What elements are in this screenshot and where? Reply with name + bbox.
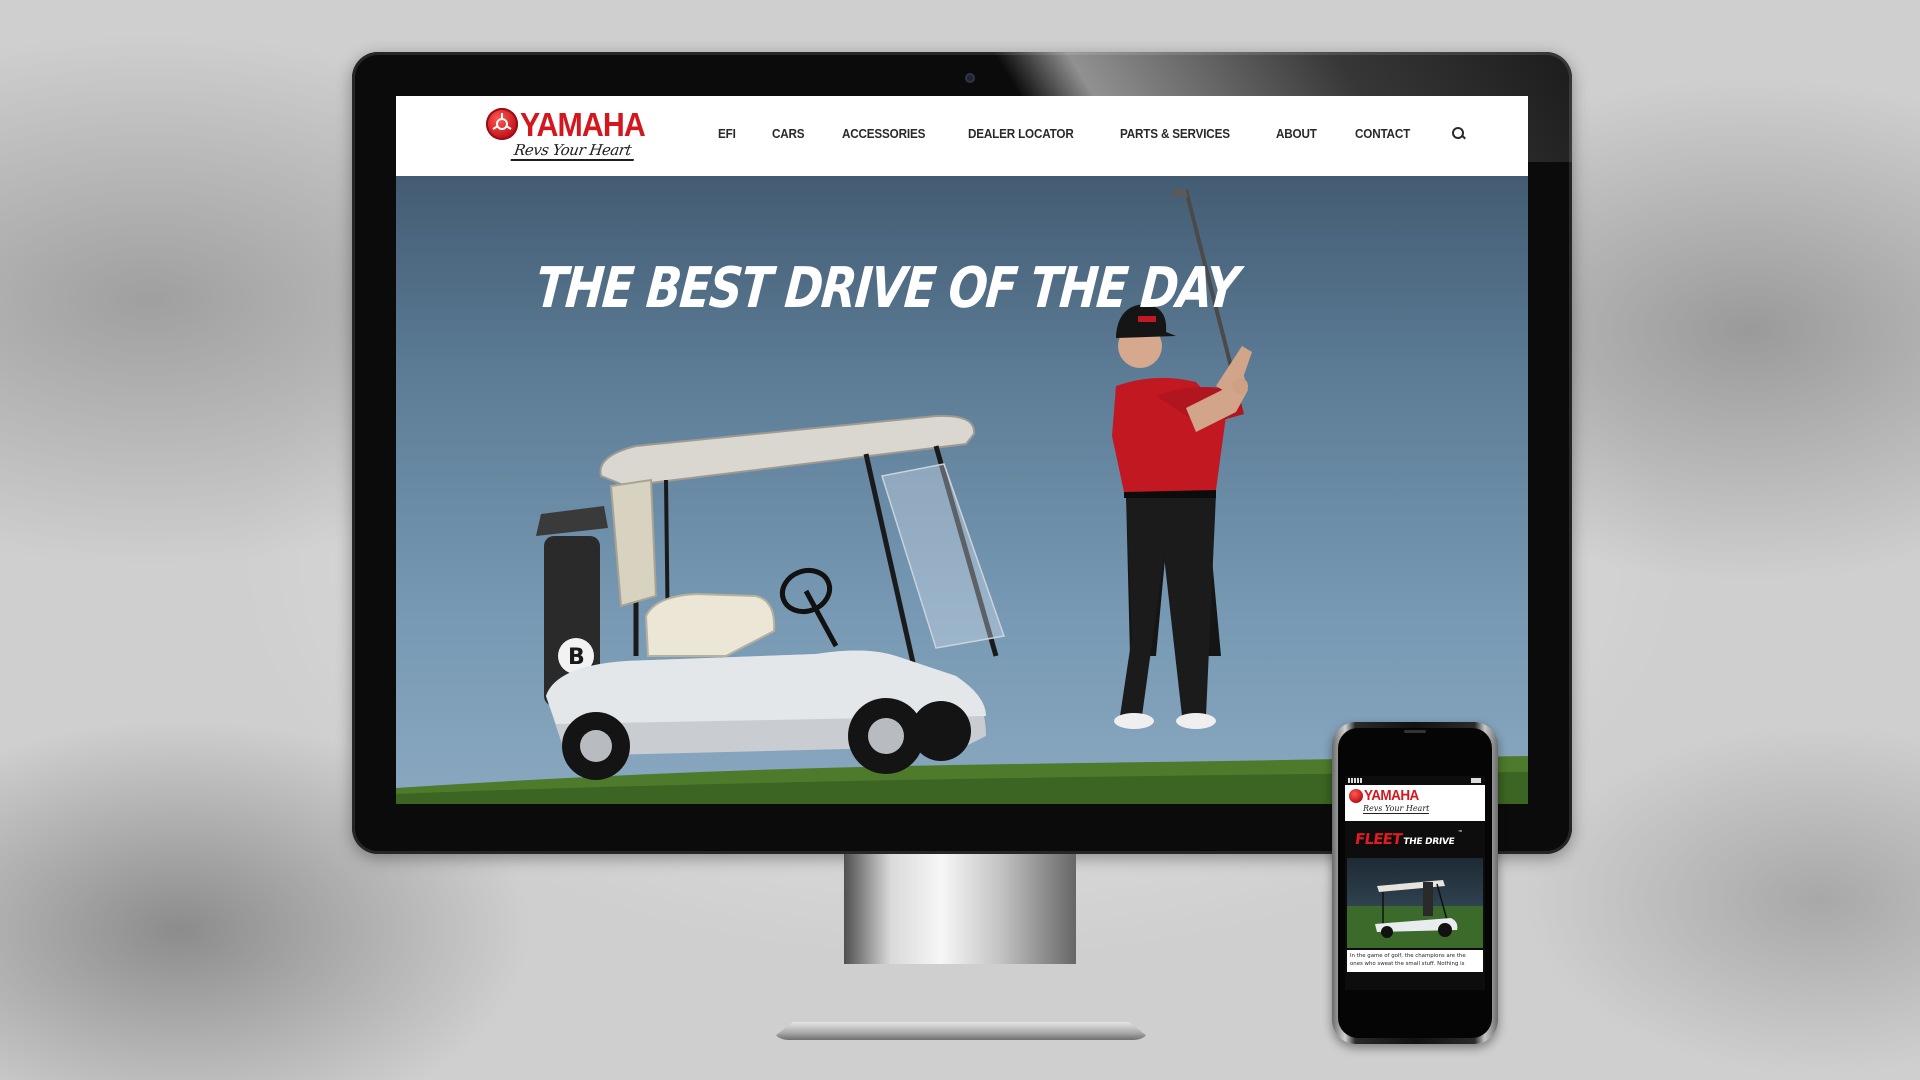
phone-speaker	[1404, 730, 1426, 733]
monitor-stand	[844, 854, 1076, 964]
logo-tagline: Revs Your Heart	[510, 141, 637, 161]
mobile-phone: YAMAHA Revs Your Heart FLEETTHE DRIVE™ I…	[1332, 722, 1498, 1044]
site-header: YAMAHA Revs Your Heart EFI CARS ACCESSOR…	[396, 96, 1528, 176]
nav-item-efi[interactable]: EFI	[718, 126, 736, 141]
mobile-header: YAMAHA Revs Your Heart	[1345, 785, 1485, 821]
nav-item-dealer-locator[interactable]: DEALER LOCATOR	[968, 126, 1074, 141]
nav-item-parts-services[interactable]: PARTS & SERVICES	[1120, 126, 1230, 141]
tuning-fork-emblem-icon	[486, 108, 518, 140]
mobile-screen: YAMAHA Revs Your Heart FLEETTHE DRIVE™ I…	[1345, 776, 1485, 990]
monitor-stand-base	[770, 1022, 1152, 1040]
phone-bezel: YAMAHA Revs Your Heart FLEETTHE DRIVE™ I…	[1338, 728, 1492, 1038]
hero-banner: B THE BEST DRIVE OF THE DAY	[396, 176, 1528, 804]
mobile-hero-heading: FLEETTHE DRIVE™	[1354, 830, 1463, 849]
hero-headline: THE BEST DRIVE OF THE DAY	[533, 256, 1241, 321]
logo-wordmark: YAMAHA	[520, 106, 646, 143]
battery-icon	[1471, 778, 1481, 783]
golf-cart: B	[536, 414, 1005, 780]
svg-text:B: B	[568, 645, 585, 670]
mobile-logo-tagline: Revs Your Heart	[1363, 804, 1430, 814]
nav-item-about[interactable]: ABOUT	[1276, 126, 1317, 141]
mobile-hero-trademark: ™	[1457, 830, 1463, 836]
signal-icon	[1348, 778, 1362, 783]
nav-item-cars[interactable]: CARS	[772, 126, 805, 141]
website-screen: YAMAHA Revs Your Heart EFI CARS ACCESSOR…	[396, 96, 1528, 804]
tuning-fork-emblem-icon	[1349, 789, 1363, 803]
nav-item-contact[interactable]: CONTACT	[1355, 126, 1410, 141]
mobile-hero-fleet: FLEET	[1353, 830, 1403, 848]
mobile-logo-wordmark[interactable]: YAMAHA	[1364, 787, 1419, 804]
search-icon[interactable]	[1452, 126, 1466, 141]
mobile-body-text: In the game of golf, the champions are t…	[1347, 950, 1483, 972]
nav-item-accessories[interactable]: ACCESSORIES	[842, 126, 925, 141]
webcam	[965, 73, 975, 83]
mobile-hero-image	[1347, 858, 1483, 948]
mobile-status-bar	[1345, 776, 1485, 784]
main-nav: EFI CARS ACCESSORIES DEALER LOCATOR PART…	[684, 126, 1466, 141]
mobile-hero-drive: THE DRIVE	[1402, 837, 1456, 847]
yamaha-logo[interactable]: YAMAHA Revs Your Heart	[486, 106, 646, 164]
